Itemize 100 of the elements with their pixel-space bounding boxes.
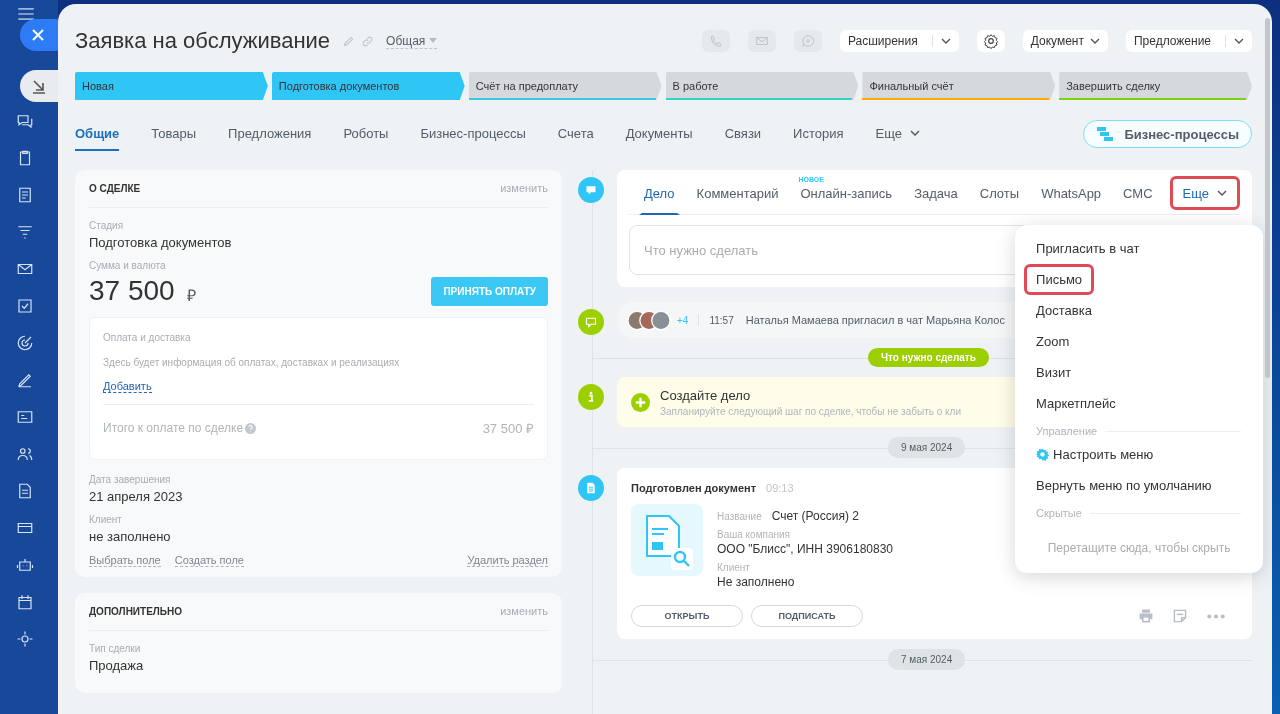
stage-step[interactable]: Новая [75,72,268,100]
composer-tab[interactable]: СМС [1118,170,1158,215]
calendar-icon[interactable] [16,593,34,611]
settings-button[interactable] [976,30,1005,52]
settings-icon [982,33,999,49]
chat-icon[interactable] [16,112,34,130]
menu-item[interactable]: Письмо [1024,264,1095,295]
tab[interactable]: Товары [151,117,197,151]
target-icon[interactable] [16,334,34,352]
chat-bubble-icon [578,177,604,203]
field-label: Тип сделки [89,643,142,654]
field-value: Продажа [89,658,145,673]
people-icon[interactable] [16,445,34,463]
tab[interactable]: Предложения [228,117,312,151]
total-value: 37 500 ₽ [482,420,534,437]
collapse-button[interactable] [20,70,58,102]
menu-section-label: Управление [1036,425,1098,437]
todo-title: Создайте дело [660,387,752,403]
caret-icon [1234,38,1245,44]
menu-item[interactable]: Визит [1024,357,1084,388]
tab[interactable]: Документы [625,117,693,151]
section-title: ДОПОЛНИТЕЛЬНО [89,605,183,617]
tab[interactable]: Счета [557,117,594,151]
menu-item[interactable]: Вернуть меню по умолчанию [1024,470,1224,501]
document-dropdown[interactable]: Документ [1022,30,1108,52]
category-dropdown[interactable]: Общая [386,33,438,49]
drop-hint: Перетащите сюда, чтобы скрыть [1046,541,1232,555]
stage-step[interactable]: В работе [665,72,859,100]
event-time: 11:57 [709,314,734,326]
stage-step[interactable]: Счёт на предоплату [468,72,662,100]
envelope-icon [754,34,769,48]
id-card-icon[interactable] [16,408,34,426]
composer-tab[interactable]: Еще [1169,176,1241,210]
caret-icon [1217,190,1228,196]
menu-item[interactable]: Маркетплейс [1024,388,1128,419]
total-label: Итого к оплате по сделке [103,421,244,435]
field-value: Счет (Россия) 2 [771,509,859,523]
split-button[interactable]: Предложение [1125,30,1253,52]
field-label: Название [717,511,762,522]
tab[interactable]: Роботы [343,117,389,151]
field-link[interactable]: Создать поле [174,554,244,567]
robot-icon[interactable] [16,556,34,574]
delete-section-link[interactable]: Удалить раздел [467,554,548,567]
document-icon[interactable] [16,186,34,204]
tab[interactable]: История [793,117,844,151]
field-link[interactable]: Выбрать поле [89,554,161,567]
chat-icon [800,34,815,48]
menu-item[interactable]: Доставка [1024,295,1104,326]
add-link[interactable]: Добавить [103,380,152,393]
tab[interactable]: Бизнес-процессы [420,117,526,151]
amount-value: 37 500 [89,275,175,307]
date-badge: 7 мая 2024 [888,649,966,670]
payment-title: Оплата и доставка [103,332,192,343]
field-label: Дата завершения [89,474,172,485]
close-icon [32,29,44,41]
menu-item[interactable]: Zoom [1024,326,1082,357]
caret-icon [1089,38,1100,44]
composer-tab[interactable]: Слоты [974,170,1025,215]
menu-section-label: Скрытые [1036,507,1082,519]
caret-icon [940,38,951,44]
field-label: Сумма и валюта [89,260,167,271]
todo-text: Запланируйте следующий шаг по сделке, чтобы не забыть о кли [660,405,961,417]
tab[interactable]: Связи [724,117,762,151]
menu-item[interactable]: Настроить меню [1024,439,1166,470]
stage-step[interactable]: Завершить сделку [1059,72,1253,100]
composer-tab[interactable]: Комментарий [691,170,784,215]
split-button[interactable]: Расширения [839,30,959,52]
chat-bubble-icon [578,309,604,335]
menu-item[interactable]: Пригласить в чат [1024,233,1152,264]
funnel-icon[interactable] [16,223,34,241]
stage-step[interactable]: Подготовка документов [271,72,465,100]
field-value: Не заполнено [717,575,796,589]
field-label: Клиент [89,514,123,525]
composer-tab[interactable]: WhatsApp [1036,170,1107,215]
info-icon [578,384,604,410]
tab[interactable]: Еще [875,117,920,151]
arrow-icon [31,78,47,94]
document-icon [578,475,604,501]
document-icon[interactable] [16,482,34,500]
business-process-button[interactable]: Бизнес-процессы [1083,120,1253,148]
tab[interactable]: Общие [75,117,120,151]
menu-icon[interactable] [17,8,35,20]
pen-icon[interactable] [16,371,34,389]
avatar-group-icon [627,309,671,331]
composer-tab[interactable]: Дело [639,170,680,215]
field-value: не заполнено [89,529,172,544]
section-title: О СДЕЛКЕ [89,182,141,194]
currency-sign: ₽ [186,286,196,306]
scrollbar[interactable] [1265,18,1270,378]
caret-icon [429,38,438,43]
field-label: Ваша компания [717,529,792,540]
composer-tab[interactable]: Задача [909,170,963,215]
event-text: Наталья Мамаева пригласил в чат Марьяна Колос [745,314,1005,326]
event-title: Подготовлен документ [631,482,757,494]
checkbox-icon[interactable] [16,297,34,315]
stage-step[interactable]: Финальный счёт [862,72,1056,100]
field-value: 21 апреля 2023 [89,489,184,504]
process-icon [1096,126,1115,142]
page-title: Заявка на обслуживание [75,28,331,54]
field-value: ООО "Блисс", ИНН 3906180830 [717,542,893,556]
